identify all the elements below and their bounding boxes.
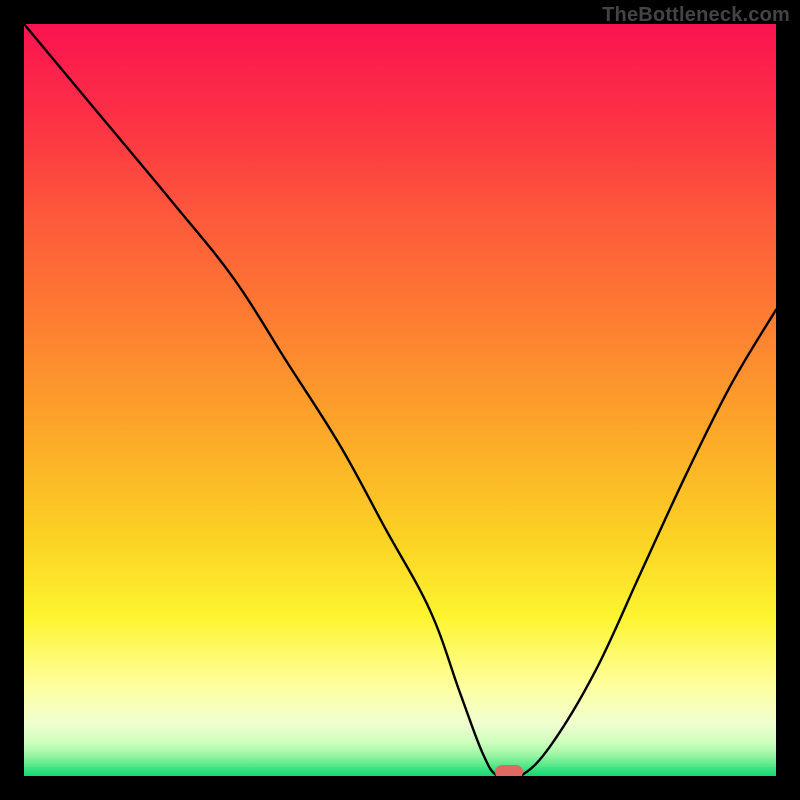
optimal-marker <box>495 765 523 776</box>
bottleneck-curve <box>24 24 776 776</box>
curve-svg <box>24 24 776 776</box>
chart-frame: TheBottleneck.com <box>0 0 800 800</box>
plot-area <box>24 24 776 776</box>
watermark-text: TheBottleneck.com <box>602 4 790 27</box>
